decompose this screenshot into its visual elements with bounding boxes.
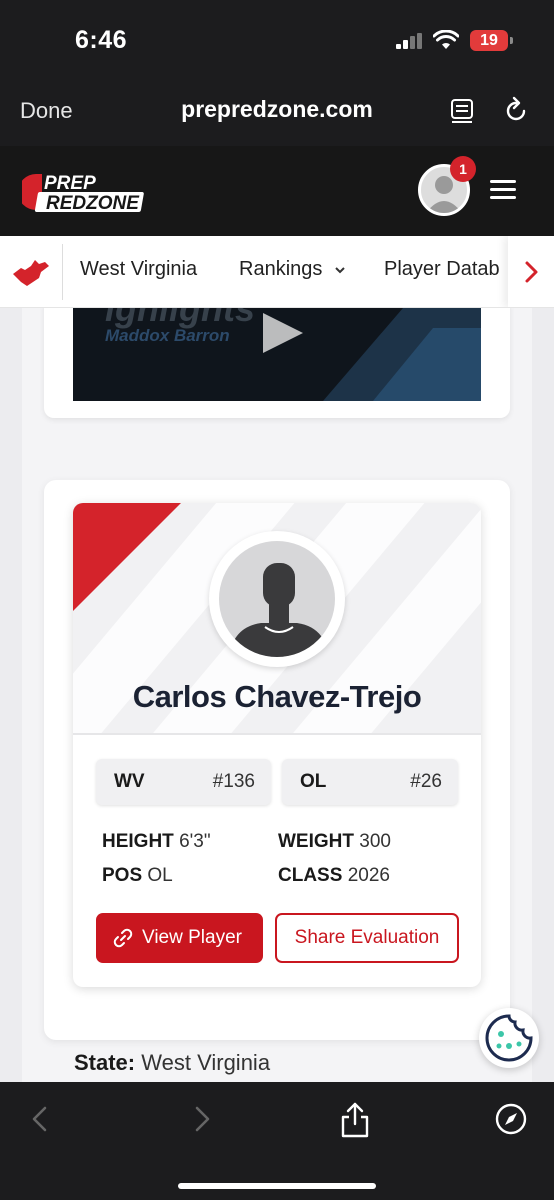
pos-label: POS bbox=[102, 865, 143, 886]
back-icon[interactable] bbox=[24, 1102, 58, 1136]
player-headshot bbox=[209, 531, 345, 667]
menu-icon[interactable] bbox=[490, 180, 516, 200]
status-time: 6:46 bbox=[75, 26, 128, 54]
video-thumbnail[interactable]: ighlights Maddox Barron bbox=[73, 308, 481, 401]
notification-badge: 1 bbox=[450, 156, 476, 182]
video-player-name: Maddox Barron bbox=[105, 326, 230, 345]
nav-divider bbox=[62, 244, 63, 300]
page-content: ighlights Maddox Barron Carlos Chavez-Tr… bbox=[0, 308, 554, 1082]
nav-strip: West Virginia Rankings Player Datab bbox=[0, 236, 554, 308]
forward-icon[interactable] bbox=[184, 1102, 218, 1136]
nav-item-west-virginia[interactable]: West Virginia bbox=[80, 258, 197, 281]
reload-icon[interactable] bbox=[503, 96, 529, 124]
pos-stat: POS OL bbox=[102, 865, 173, 887]
svg-text:REDZONE: REDZONE bbox=[46, 193, 140, 214]
height-stat: HEIGHT 6'3" bbox=[102, 831, 211, 853]
battery-indicator: 19 bbox=[470, 30, 513, 51]
state-rank-box: WV #136 bbox=[96, 759, 271, 805]
reader-icon[interactable] bbox=[451, 98, 473, 124]
nav-item-rankings[interactable]: Rankings bbox=[239, 258, 346, 281]
state-detail-label: State: bbox=[74, 1050, 136, 1075]
wifi-icon bbox=[433, 30, 459, 49]
weight-value: 300 bbox=[359, 831, 391, 852]
state-detail-value: West Virginia bbox=[141, 1050, 271, 1075]
class-label: CLASS bbox=[278, 865, 343, 886]
card-red-corner bbox=[73, 503, 181, 611]
position-rank-label: OL bbox=[300, 771, 327, 792]
browser-header: Done prepredzone.com bbox=[0, 84, 554, 146]
chevron-right-icon bbox=[525, 261, 538, 283]
view-player-label: View Player bbox=[142, 927, 242, 948]
weight-stat: WEIGHT 300 bbox=[278, 831, 391, 853]
cookie-icon bbox=[485, 1014, 533, 1062]
share-icon[interactable] bbox=[338, 1100, 372, 1140]
state-map-icon[interactable] bbox=[11, 256, 51, 288]
state-rank-value: #136 bbox=[212, 771, 255, 792]
player-card: Carlos Chavez-Trejo WV #136 OL #26 HEIGH… bbox=[73, 503, 481, 987]
nav-scroll-right-button[interactable] bbox=[508, 236, 554, 307]
nav-item-rankings-label: Rankings bbox=[239, 258, 323, 280]
player-name: Carlos Chavez-Trejo bbox=[132, 679, 422, 714]
player-card-header: Carlos Chavez-Trejo bbox=[73, 503, 481, 735]
state-rank-label: WV bbox=[114, 771, 145, 792]
prep-redzone-logo[interactable]: PREP REDZONE bbox=[22, 170, 152, 214]
pos-value: OL bbox=[147, 865, 173, 886]
state-detail: State: West Virginia bbox=[74, 1050, 270, 1076]
cookie-settings-button[interactable] bbox=[479, 1008, 539, 1068]
svg-text:PREP: PREP bbox=[44, 173, 96, 194]
silhouette-icon bbox=[229, 563, 329, 657]
status-bar: 6:46 19 bbox=[0, 0, 554, 84]
home-indicator bbox=[178, 1183, 376, 1189]
compass-icon[interactable] bbox=[494, 1102, 528, 1136]
link-icon bbox=[113, 928, 133, 948]
position-rank-value: #26 bbox=[410, 771, 442, 792]
share-evaluation-button[interactable]: Share Evaluation bbox=[275, 913, 459, 963]
chevron-down-icon bbox=[335, 267, 345, 274]
position-rank-box: OL #26 bbox=[282, 759, 458, 805]
nav-item-player-database[interactable]: Player Datab bbox=[384, 258, 500, 281]
class-value: 2026 bbox=[347, 865, 390, 886]
weight-label: WEIGHT bbox=[278, 831, 354, 852]
view-player-button[interactable]: View Player bbox=[96, 913, 263, 963]
height-value: 6'3" bbox=[179, 831, 211, 852]
height-label: HEIGHT bbox=[102, 831, 174, 852]
signal-icon bbox=[396, 33, 422, 49]
class-stat: CLASS 2026 bbox=[278, 865, 390, 887]
